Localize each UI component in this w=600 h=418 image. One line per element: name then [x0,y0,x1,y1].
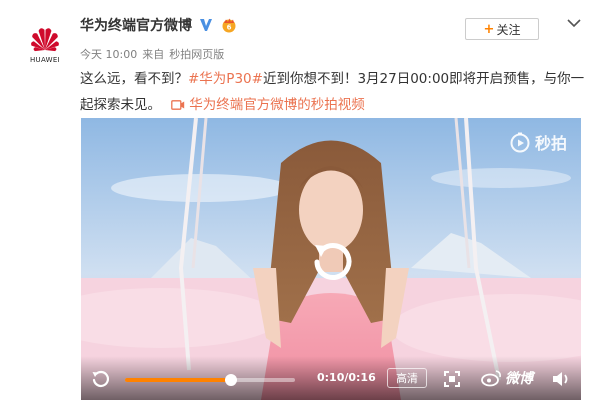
weibo-eye-icon [481,370,501,387]
verified-v-icon[interactable] [198,17,214,33]
account-name[interactable]: 华为终端官方微博 [80,15,192,35]
quality-button[interactable]: 高清 [387,368,427,388]
replay-small-icon[interactable] [91,370,109,388]
progress-fill [125,378,232,382]
follow-label: 关注 [496,22,521,37]
weibo-post-card: HUAWEI 华为终端官方微博 6 今天 10:00 来自 秒拍网页版 + 关注… [0,0,600,418]
post-text-intro: 这么远，看不到？ [80,71,188,87]
brand-text: HUAWEI [29,56,60,64]
post-meta: 今天 10:00 来自 秒拍网页版 [80,46,224,62]
progress-knob[interactable] [225,374,238,386]
post-time[interactable]: 今天 10:00 [80,46,137,62]
watermark-text: 秒拍 [534,134,567,153]
huawei-logo-icon [31,28,59,52]
fullscreen-icon[interactable] [443,370,461,388]
chevron-down-icon[interactable] [566,16,582,30]
player-controls: 0:10/0:16 高清 微博 [81,356,581,400]
weibo-player-logo: 微博 [481,368,533,388]
video-link[interactable]: 华为终端官方微博的秒拍视频 [189,97,365,113]
progress-bar[interactable] [125,374,295,386]
video-link-icon[interactable] [171,99,185,111]
volume-icon[interactable] [551,369,571,389]
follow-button[interactable]: + 关注 [465,18,539,40]
post-text: 这么远，看不到？#华为P30#近到你想不到！3月27日00:00即将开启预售，与… [80,66,585,118]
miaopai-watermark: 秒拍 [509,130,567,154]
hashtag-link[interactable]: #华为P30# [188,71,263,87]
miaopai-play-icon [510,132,530,153]
video-player[interactable]: 秒拍 0:10/0:16 高清 微博 [81,118,581,400]
plus-icon: + [483,21,495,37]
account-name-row: 华为终端官方微博 6 [80,14,240,36]
svg-text:6: 6 [227,24,232,32]
player-logo-text: 微博 [505,371,533,387]
avatar[interactable]: HUAWEI [22,20,68,66]
source-prefix: 来自 [142,48,165,61]
weibo-vip-crown-icon[interactable]: 6 [220,17,240,33]
replay-icon[interactable] [311,240,353,282]
time-display: 0:10/0:16 [317,371,376,384]
post-source[interactable]: 秒拍网页版 [169,46,224,62]
